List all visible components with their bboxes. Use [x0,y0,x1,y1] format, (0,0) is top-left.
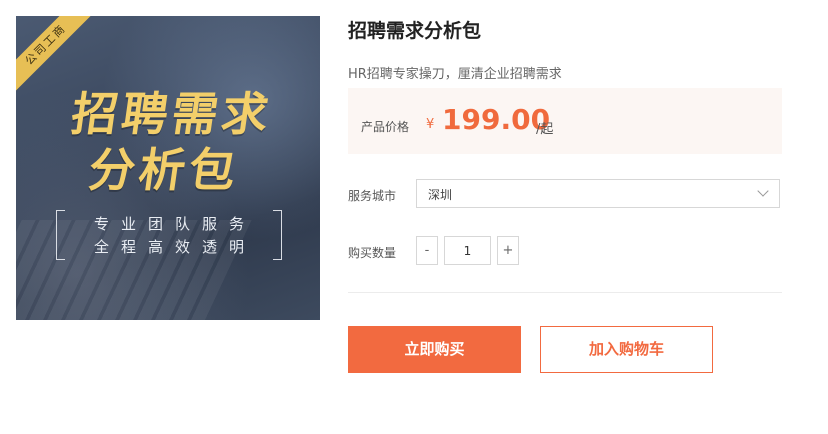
quantity-increase-button[interactable]: + [497,236,519,265]
product-subtitle: HR招聘专家操刀，厘清企业招聘需求 [348,67,562,82]
image-tagline-line2: 全程高效透明 [93,238,256,256]
price-unit: /起 [536,122,554,137]
image-headline-line2: 分析包 [85,143,243,197]
buy-now-button[interactable]: 立即购买 [348,326,521,373]
currency-symbol: ¥ [426,117,435,132]
product-image: 公司工商 招聘需求 分析包 专业团队服务 全程高效透明 [16,16,320,320]
city-label: 服务城市 [348,189,397,203]
image-tagline-line1: 专业团队服务 [93,215,256,233]
image-tagline-frame: 专业团队服务 全程高效透明 [56,210,282,260]
quantity-input[interactable] [444,236,491,265]
image-headline-line1: 招聘需求 [68,87,276,141]
product-title: 招聘需求分析包 [348,20,482,42]
price-value: 199.00 [442,103,551,136]
divider [348,292,782,293]
corner-ribbon: 公司工商 [16,16,97,96]
price-label: 产品价格 [361,120,410,134]
chevron-down-icon [757,185,769,197]
image-headline: 招聘需求 分析包 [16,86,320,198]
add-to-cart-button[interactable]: 加入购物车 [540,326,713,373]
city-select[interactable]: 深圳 [416,179,780,208]
quantity-label: 购买数量 [348,246,397,260]
quantity-decrease-button[interactable]: - [416,236,438,265]
price-box: 产品价格 ¥ 199.00 /起 [348,88,782,154]
city-selected-value: 深圳 [428,188,453,202]
